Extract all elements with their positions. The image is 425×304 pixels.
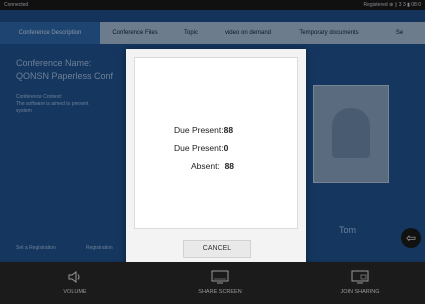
absent-value: 88 (224, 161, 235, 171)
cancel-button[interactable]: CANCEL (183, 240, 251, 258)
due-present-row-2: Due Present:0 (174, 143, 228, 153)
share-screen-button[interactable]: SHARE SCREEN (180, 262, 260, 304)
due-present-value-2: 0 (223, 143, 229, 153)
attendance-summary: Due Present:88 Due Present:0 Absent: 88 (134, 57, 298, 229)
join-sharing-label: JOIN SHARING (340, 289, 380, 295)
monitor-join-icon (320, 270, 400, 284)
due-present-value: 88 (223, 125, 234, 135)
share-screen-label: SHARE SCREEN (198, 289, 242, 295)
bottom-toolbar: VOLUME SHARE SCREEN JOIN SHARING (0, 262, 425, 304)
absent-row: Absent: 88 (191, 161, 234, 171)
monitor-icon (180, 270, 260, 284)
volume-button[interactable]: VOLUME (40, 262, 110, 304)
speaker-icon (40, 270, 110, 284)
due-present-row: Due Present:88 (174, 125, 233, 135)
absent-label: Absent: (191, 161, 220, 171)
volume-label: VOLUME (63, 289, 87, 295)
due-present-label: Due Present: (174, 125, 224, 135)
attendance-dialog: Due Present:88 Due Present:0 Absent: 88 … (126, 49, 306, 267)
join-sharing-button[interactable]: JOIN SHARING (320, 262, 400, 304)
due-present-label-2: Due Present: (174, 143, 224, 153)
